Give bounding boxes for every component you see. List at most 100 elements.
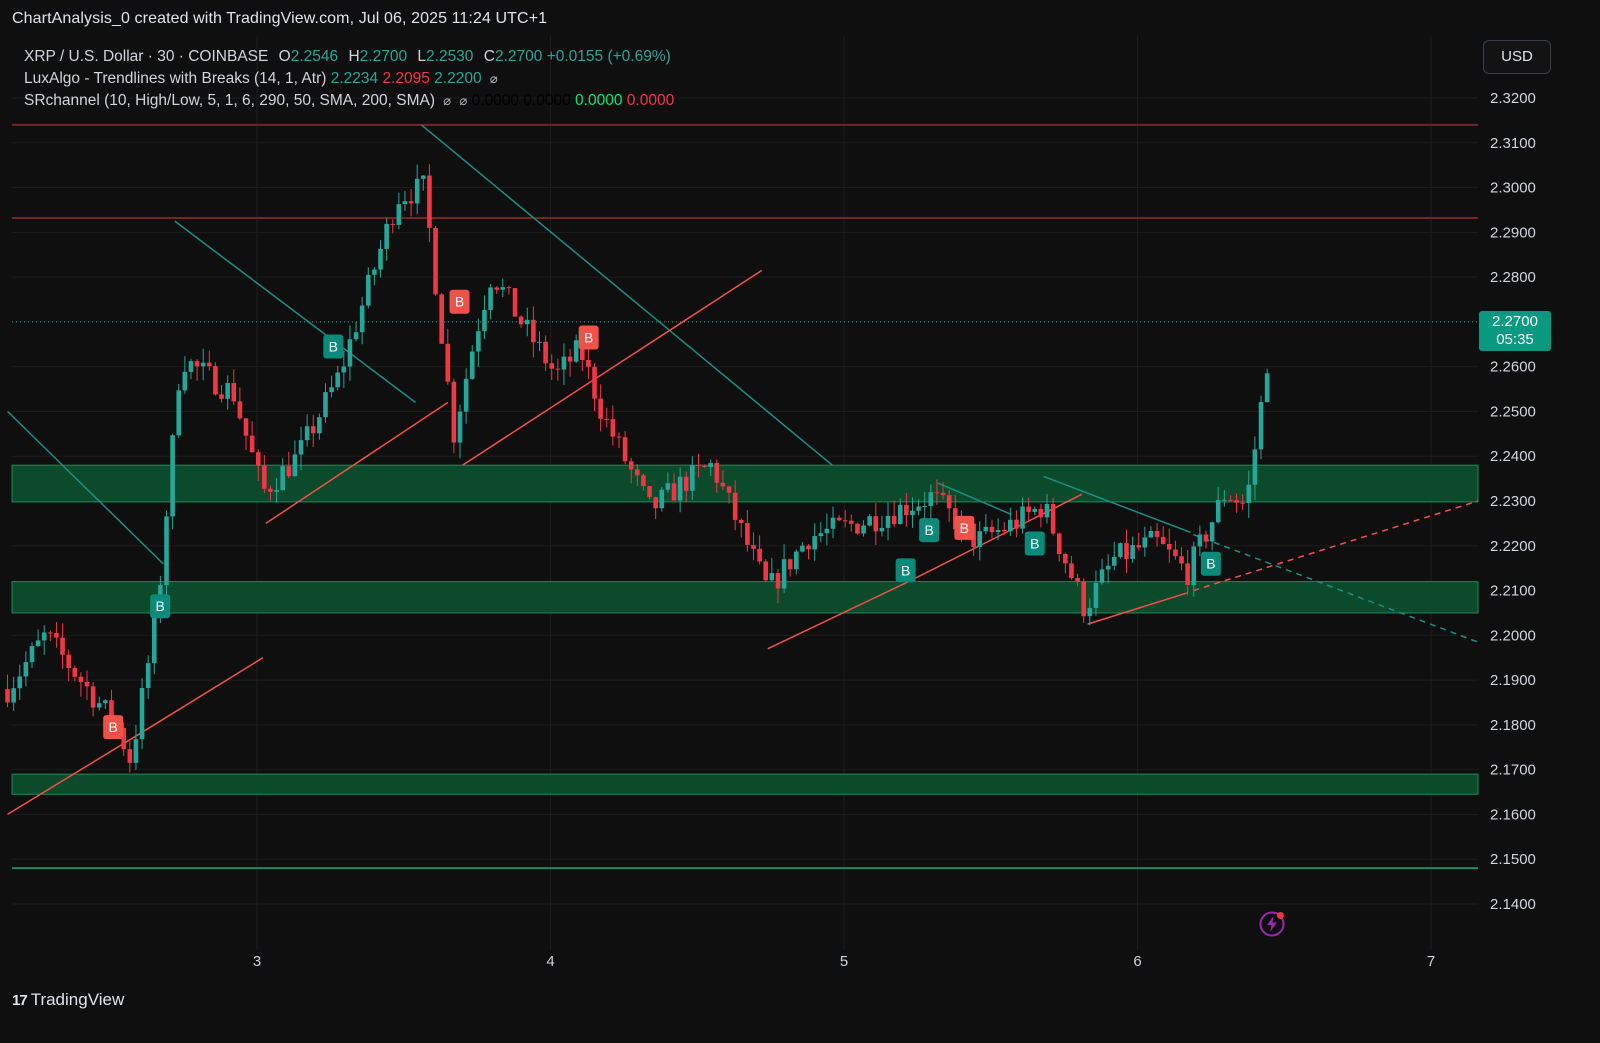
indicator-value: 0.0000 bbox=[626, 92, 675, 109]
sr-zone bbox=[11, 464, 1479, 503]
candle-body bbox=[616, 436, 622, 438]
candle-body bbox=[781, 559, 787, 589]
candle-body bbox=[103, 700, 108, 704]
candle-body bbox=[824, 528, 830, 534]
candle-body bbox=[946, 495, 952, 509]
chart-legend: XRP / U.S. Dollar · 30 · COINBASE O2.254… bbox=[24, 46, 674, 112]
candle-body bbox=[714, 462, 720, 483]
candle-body bbox=[1185, 563, 1190, 585]
candle-body bbox=[543, 341, 548, 364]
candle-body bbox=[1008, 519, 1013, 532]
candle-body bbox=[604, 418, 610, 420]
candle-body bbox=[463, 378, 469, 412]
candle-body bbox=[353, 332, 359, 340]
candle-body bbox=[1038, 508, 1044, 518]
candle-body bbox=[586, 359, 591, 367]
sr-zones bbox=[11, 464, 1479, 795]
candle-body bbox=[408, 201, 414, 204]
candle-body bbox=[317, 417, 322, 434]
candle-body bbox=[213, 366, 218, 395]
hidden-eye-icon[interactable]: ⌀ bbox=[459, 93, 467, 108]
candle-body bbox=[66, 654, 71, 668]
y-tick-label: 2.2300 bbox=[1490, 493, 1536, 510]
candle-body bbox=[677, 476, 683, 501]
candle-body bbox=[84, 682, 90, 687]
hidden-eye-icon[interactable]: ⌀ bbox=[490, 71, 498, 86]
candle-body bbox=[35, 640, 41, 647]
x-tick-label: 6 bbox=[1133, 953, 1141, 970]
candle-body bbox=[726, 486, 732, 493]
candle-body bbox=[995, 529, 1001, 533]
y-tick-label: 2.2900 bbox=[1490, 224, 1536, 241]
candle-body bbox=[207, 362, 212, 367]
candle-body bbox=[72, 667, 78, 677]
candle-body bbox=[1032, 508, 1038, 512]
candle-body bbox=[1215, 500, 1221, 523]
candle-body bbox=[1044, 503, 1050, 518]
candle-body bbox=[775, 573, 781, 589]
signal-label: B bbox=[1206, 556, 1215, 572]
y-tick-label: 2.2800 bbox=[1490, 269, 1536, 286]
candle-body bbox=[891, 515, 897, 525]
last-price-value: 2.2700 bbox=[1492, 313, 1538, 330]
candle-body bbox=[402, 201, 408, 205]
currency-button[interactable]: USD bbox=[1483, 40, 1551, 74]
candle-body bbox=[910, 510, 915, 516]
candle-body bbox=[1075, 577, 1080, 582]
candle-body bbox=[1056, 533, 1062, 554]
price-chart[interactable]: B B B B B B B B B B 2.3200 2.3100 2.3000 2.2900 2.280… bbox=[0, 0, 1600, 1043]
candle-body bbox=[1063, 553, 1068, 564]
candle-body bbox=[512, 288, 518, 317]
candle-body bbox=[329, 387, 334, 393]
candle-body bbox=[23, 662, 29, 677]
candle-body bbox=[635, 469, 640, 476]
candle-body bbox=[476, 331, 481, 352]
candle-body bbox=[323, 392, 328, 418]
legend-indicator-srchannel[interactable]: SRchannel (10, High/Low, 5, 1, 6, 290, 5… bbox=[24, 90, 674, 112]
candle-body bbox=[176, 390, 182, 436]
y-tick-label: 2.2500 bbox=[1490, 403, 1536, 420]
y-tick-label: 2.3100 bbox=[1490, 135, 1536, 152]
candle-body bbox=[145, 663, 151, 689]
candle-body bbox=[439, 294, 444, 344]
candle-body bbox=[769, 573, 775, 581]
candle-body bbox=[836, 517, 842, 521]
y-tick-label: 2.1400 bbox=[1490, 896, 1536, 913]
y-tick-label: 2.1800 bbox=[1490, 717, 1536, 734]
legend-open-label: O bbox=[278, 48, 291, 65]
candle-body bbox=[90, 686, 96, 708]
candle-body bbox=[696, 464, 701, 466]
candle-body bbox=[341, 366, 347, 373]
indicator-value: 0.0000 bbox=[471, 92, 519, 109]
candle-body bbox=[500, 287, 506, 290]
y-tick-label: 2.1600 bbox=[1490, 806, 1536, 823]
candle-body bbox=[1246, 484, 1252, 504]
y-tick-label: 2.2200 bbox=[1490, 538, 1536, 555]
candle-body bbox=[427, 175, 432, 228]
candle-body bbox=[641, 475, 646, 487]
candle-body bbox=[1124, 543, 1129, 559]
candle-body bbox=[1142, 537, 1148, 548]
candle-body bbox=[1020, 506, 1025, 529]
candle-body bbox=[561, 356, 567, 370]
candle-body bbox=[182, 371, 188, 391]
candle-body bbox=[879, 527, 885, 532]
legend-low-label: L bbox=[417, 48, 427, 65]
candle-body bbox=[286, 466, 292, 477]
y-tick-label: 2.2400 bbox=[1490, 448, 1536, 465]
candle-body bbox=[433, 227, 438, 295]
candle-body bbox=[237, 401, 243, 419]
hidden-eye-icon[interactable]: ⌀ bbox=[443, 93, 451, 108]
candle-body bbox=[1111, 556, 1117, 566]
candle-body bbox=[610, 419, 616, 437]
candle-body bbox=[1240, 502, 1245, 504]
candle-body bbox=[708, 462, 714, 468]
legend-indicator-luxalgo[interactable]: LuxAlgo - Trendlines with Breaks (14, 1,… bbox=[24, 68, 674, 90]
candle-body bbox=[732, 492, 738, 520]
candle-body bbox=[1197, 534, 1203, 547]
legend-symbol: XRP / U.S. Dollar · 30 · COINBASE bbox=[24, 48, 269, 65]
tradingview-footer[interactable]: 17 TradingView bbox=[12, 990, 124, 1010]
candle-body bbox=[304, 426, 310, 441]
lightning-replay-icon[interactable] bbox=[1258, 910, 1286, 938]
candle-body bbox=[867, 516, 872, 526]
